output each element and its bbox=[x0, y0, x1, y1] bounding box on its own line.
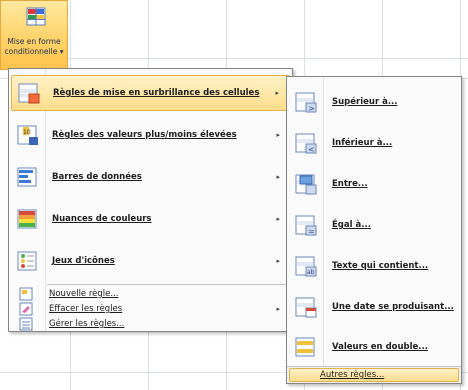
submenu-item-label: Inférieur à... bbox=[332, 138, 393, 148]
menu-item-new-rule[interactable]: Nouvelle règle... bbox=[11, 287, 290, 301]
submenu-item-greater-than[interactable]: > Supérieur à... bbox=[289, 83, 459, 121]
conditional-formatting-button[interactable]: Mise en forme conditionnelle ▾ bbox=[0, 0, 68, 70]
menu-item-label: Règles de mise en surbrillance des cellu… bbox=[53, 88, 260, 98]
submenu-item-less-than[interactable]: < Inférieur à... bbox=[289, 124, 459, 162]
menu-item-label: Barres de données bbox=[52, 172, 142, 182]
submenu-item-equal-to[interactable]: = Égal à... bbox=[289, 206, 459, 244]
between-icon bbox=[294, 172, 318, 196]
svg-text:=: = bbox=[308, 227, 315, 236]
menu-item-label: Jeux d'icônes bbox=[52, 256, 115, 266]
submenu-arrow-icon: ▸ bbox=[276, 257, 280, 265]
submenu-arrow-icon: ▸ bbox=[276, 305, 280, 313]
submenu-item-label: Entre... bbox=[332, 179, 368, 189]
submenu-item-label: Valeurs en double... bbox=[332, 342, 428, 352]
menu-item-clear-rules[interactable]: Effacer les règles ▸ bbox=[11, 302, 290, 316]
menu-item-label: Règles des valeurs plus/moins élevées bbox=[52, 130, 237, 140]
submenu-item-more-rules[interactable]: Autres règles... bbox=[289, 368, 459, 382]
data-bars-icon bbox=[16, 165, 40, 189]
text-contains-icon: ab bbox=[294, 254, 318, 278]
menu-item-label: Nuances de couleurs bbox=[52, 214, 152, 224]
highlight-rules-submenu: > Supérieur à... < Inférieur à... Entre.… bbox=[286, 76, 462, 384]
submenu-arrow-icon: ▸ bbox=[276, 173, 280, 181]
submenu-footer: Autres règles... bbox=[287, 366, 461, 383]
menu-item-manage-rules[interactable]: Gérer les règles... bbox=[11, 317, 290, 331]
clear-rules-icon bbox=[19, 302, 33, 316]
less-than-icon: < bbox=[294, 131, 318, 155]
conditional-formatting-label: Mise en forme conditionnelle ▾ bbox=[4, 37, 64, 56]
submenu-item-between[interactable]: Entre... bbox=[289, 165, 459, 203]
menu-separator bbox=[47, 284, 288, 285]
conditional-format-icon bbox=[26, 7, 46, 26]
new-rule-icon bbox=[19, 287, 33, 301]
menu-item-highlight-rules[interactable]: Règles de mise en surbrillance des cellu… bbox=[11, 75, 290, 111]
conditional-formatting-menu: Règles de mise en surbrillance des cellu… bbox=[8, 68, 293, 332]
svg-text:<: < bbox=[308, 145, 315, 154]
submenu-item-label: Texte qui contient... bbox=[332, 261, 429, 271]
duplicate-values-icon bbox=[294, 335, 318, 359]
equal-to-icon: = bbox=[294, 213, 318, 237]
date-occurring-icon bbox=[294, 295, 318, 319]
menu-item-icon-sets[interactable]: Jeux d'icônes ▸ bbox=[11, 243, 290, 279]
submenu-item-label: Autres règles... bbox=[320, 370, 385, 380]
menu-item-top-bottom-rules[interactable]: 10 Règles des valeurs plus/moins élevées… bbox=[11, 117, 290, 153]
svg-text:10: 10 bbox=[23, 129, 31, 136]
submenu-arrow-icon: ▸ bbox=[276, 131, 280, 139]
icon-sets-icon bbox=[16, 249, 40, 273]
submenu-item-text-contains[interactable]: ab Texte qui contient... bbox=[289, 247, 459, 285]
menu-item-data-bars[interactable]: Barres de données ▸ bbox=[11, 159, 290, 195]
top-bottom-rules-icon: 10 bbox=[16, 123, 40, 147]
menu-item-label: Gérer les règles... bbox=[49, 319, 125, 329]
menu-item-label: Nouvelle règle... bbox=[49, 289, 119, 299]
svg-text:ab: ab bbox=[307, 269, 315, 276]
menu-item-color-scales[interactable]: Nuances de couleurs ▸ bbox=[11, 201, 290, 237]
submenu-item-date-occurring[interactable]: Une date se produisant... bbox=[289, 288, 459, 326]
greater-than-icon: > bbox=[294, 90, 318, 114]
submenu-arrow-icon: ▸ bbox=[276, 215, 280, 223]
submenu-item-label: Une date se produisant... bbox=[332, 302, 454, 312]
color-scales-icon bbox=[16, 207, 40, 231]
highlight-rules-icon bbox=[17, 81, 41, 105]
submenu-item-label: Égal à... bbox=[332, 220, 371, 230]
submenu-arrow-icon: ▸ bbox=[275, 89, 279, 97]
svg-text:>: > bbox=[308, 104, 315, 113]
submenu-item-label: Supérieur à... bbox=[332, 97, 398, 107]
submenu-item-duplicate-values[interactable]: Valeurs en double... bbox=[289, 329, 459, 365]
menu-item-label: Effacer les règles bbox=[49, 304, 123, 314]
manage-rules-icon bbox=[19, 317, 33, 331]
